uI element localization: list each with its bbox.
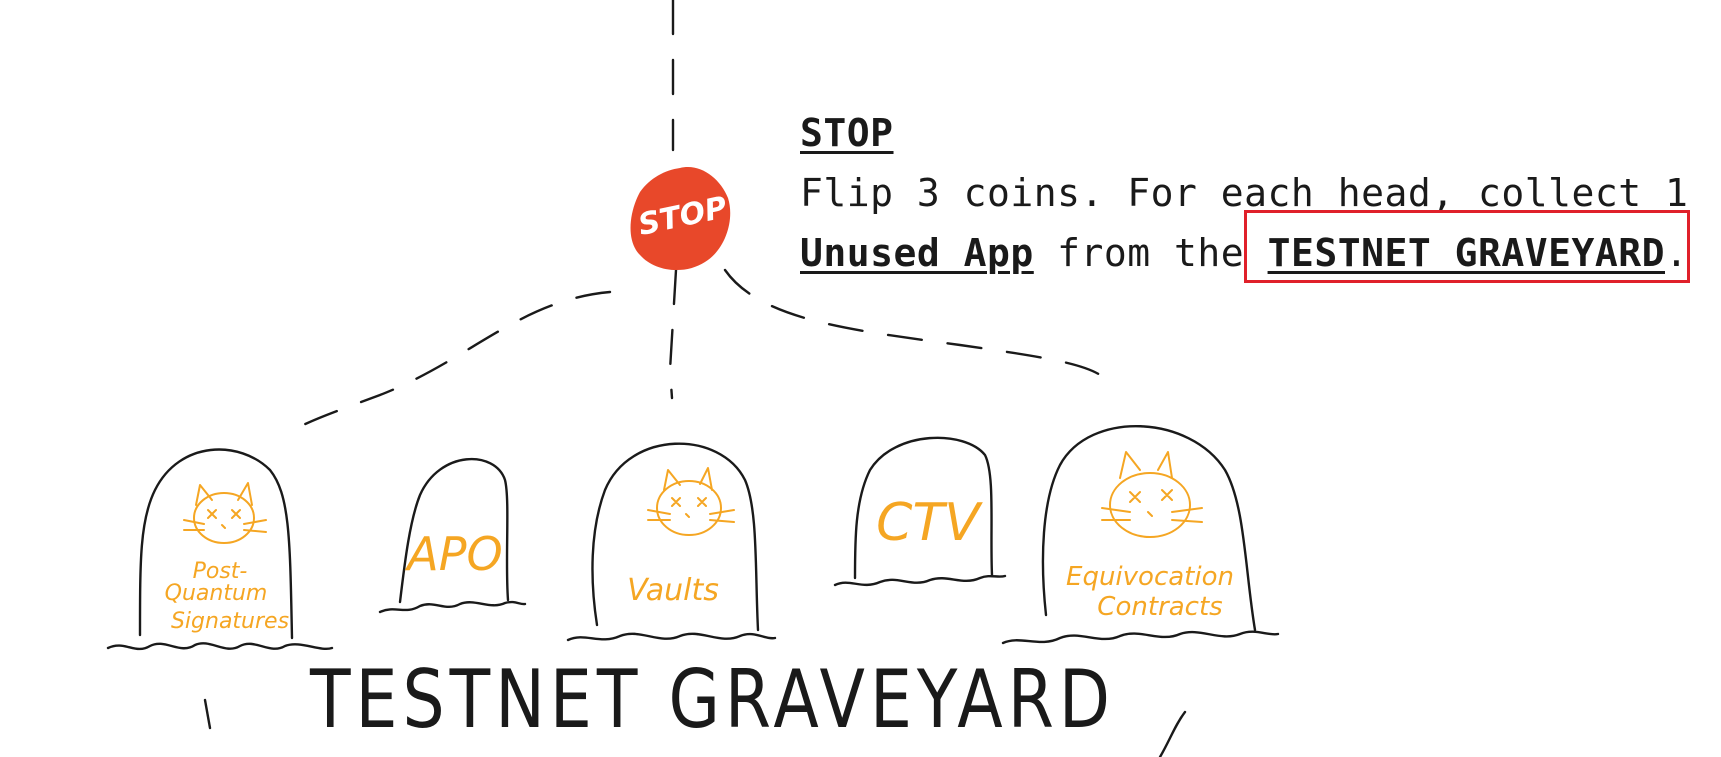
unused-app-link[interactable]: Unused App (800, 231, 1034, 275)
dead-cat-icon (183, 482, 267, 544)
path-left (288, 290, 612, 434)
tombstone-3-line-1: Vaults (627, 573, 719, 608)
tombstone-post-quantum-signatures[interactable]: Post- Quantum Signatures (106, 448, 334, 651)
path-fragment-left (203, 698, 212, 730)
testnet-graveyard-link[interactable]: TESTNET GRAVEYARD (1268, 231, 1665, 275)
card-end-punct: . (1665, 231, 1689, 275)
stop-sign-icon[interactable]: STOP (630, 167, 731, 271)
card-mid-text: from the (1033, 231, 1268, 275)
card-line-2: Unused App from the TESTNET GRAVEYARD. (800, 223, 1688, 283)
path-right (723, 268, 1112, 387)
tombstone-apo[interactable]: APO (378, 458, 527, 614)
tombstone-1-line-3: Signatures (171, 609, 289, 634)
event-card: STOP Flip 3 coins. For each head, collec… (800, 103, 1688, 283)
card-line-1: Flip 3 coins. For each head, collect 1 (800, 171, 1689, 215)
path-fragment-right (1158, 710, 1187, 757)
card-title: STOP (800, 111, 894, 155)
tombstone-1-line-2: Quantum (165, 581, 268, 606)
graveyard-label: TESTNET GRAVEYARD (309, 653, 1115, 746)
tombstone-ctv[interactable]: CTV (833, 436, 1007, 587)
tombstone-vaults[interactable]: Vaults (566, 442, 777, 642)
tombstone-5-line-2: Contracts (1097, 592, 1222, 622)
tombstone-5-line-1: Equivocation (1066, 562, 1234, 592)
tombstone-4-line-1: CTV (876, 493, 983, 553)
path-center (668, 268, 678, 400)
dead-cat-icon (1101, 451, 1203, 538)
tombstone-2-line-1: APO (404, 527, 502, 581)
dead-cat-icon (647, 467, 735, 536)
tombstone-equivocation-contracts[interactable]: Equivocation Contracts (1001, 425, 1280, 645)
